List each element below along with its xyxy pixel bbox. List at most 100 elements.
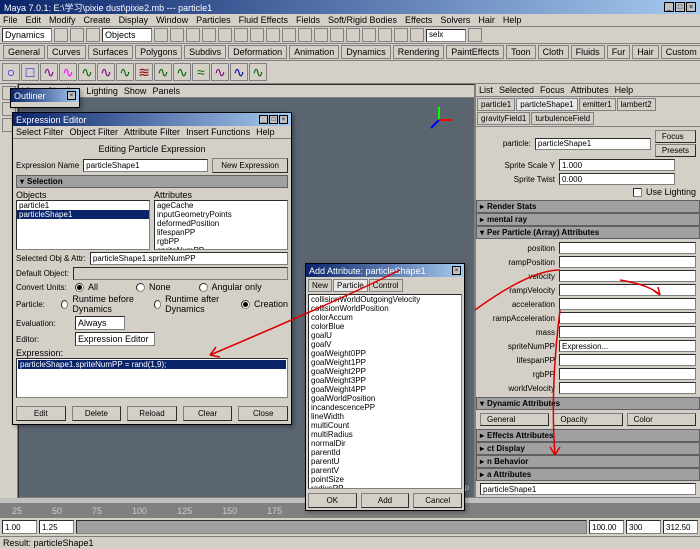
use-lighting-checkbox[interactable]	[633, 188, 642, 197]
list-item[interactable]: parentId	[309, 448, 461, 457]
module-dropdown[interactable]: Dynamics	[2, 28, 52, 42]
list-item[interactable]: goalWorldPosition	[309, 394, 461, 403]
ae-selected[interactable]: Selected	[499, 85, 534, 95]
tool-btn[interactable]	[154, 28, 168, 42]
clear-button[interactable]: Clear	[183, 406, 233, 421]
tool-btn[interactable]	[282, 28, 296, 42]
shelf-tab-polygons[interactable]: Polygons	[135, 45, 182, 59]
runtime-after-radio[interactable]	[154, 300, 161, 309]
close-icon[interactable]: ×	[686, 2, 696, 12]
list-item[interactable]: colorAccum	[309, 313, 461, 322]
list-item[interactable]: collisionWorldOutgoingVelocity	[309, 295, 461, 304]
tool-btn[interactable]	[346, 28, 360, 42]
shape-name-field[interactable]	[480, 483, 696, 495]
expr-attr-filter[interactable]: Attribute Filter	[124, 127, 180, 137]
edit-button[interactable]: Edit	[16, 406, 66, 421]
list-item[interactable]: parentU	[309, 457, 461, 466]
menu-effects[interactable]: Effects	[405, 15, 432, 25]
expr-select-filter[interactable]: Select Filter	[16, 127, 64, 137]
list-item[interactable]: spriteNumPP	[155, 246, 287, 250]
tab-particle1[interactable]: particle1	[477, 98, 515, 111]
ae-help[interactable]: Help	[615, 85, 634, 95]
tab-particleshape1[interactable]: particleShape1	[516, 98, 577, 111]
pp-rampacceleration-field[interactable]	[559, 312, 696, 324]
tab-particle[interactable]: Particle	[333, 279, 368, 292]
sprite-twist-field[interactable]	[559, 173, 675, 185]
tool-btn[interactable]	[394, 28, 408, 42]
section-mental-ray[interactable]: mental ray	[476, 213, 700, 226]
list-item[interactable]: normalDir	[309, 439, 461, 448]
section-dynamic[interactable]: Dynamic Attributes	[476, 397, 700, 410]
menu-window[interactable]: Window	[156, 15, 188, 25]
menu-help[interactable]: Help	[503, 15, 522, 25]
presets-button[interactable]: Presets	[655, 144, 696, 157]
tool-btn[interactable]	[378, 28, 392, 42]
vp-panels[interactable]: Panels	[152, 86, 180, 96]
pp-spritenum-field[interactable]	[559, 340, 696, 352]
section-per-particle[interactable]: Per Particle (Array) Attributes	[476, 226, 700, 239]
shelf-tab-cloth[interactable]: Cloth	[538, 45, 569, 59]
range-slider[interactable]	[76, 520, 587, 534]
pp-rampposition-field[interactable]	[559, 256, 696, 268]
particle-name-field[interactable]	[535, 138, 651, 150]
shelf-tab-surfaces[interactable]: Surfaces	[88, 45, 134, 59]
sprite-scale-y-field[interactable]	[559, 159, 675, 171]
list-item[interactable]: radiusPP	[309, 484, 461, 489]
pp-position-field[interactable]	[559, 242, 696, 254]
list-item[interactable]: goalU	[309, 331, 461, 340]
shelf-tab-deformation[interactable]: Deformation	[228, 45, 287, 59]
menu-edit[interactable]: Edit	[26, 15, 42, 25]
expr-insert-fn[interactable]: Insert Functions	[186, 127, 250, 137]
minimize-icon[interactable]: _	[259, 115, 268, 124]
shelf-icon[interactable]: ∿	[97, 63, 115, 81]
close-button[interactable]: Close	[238, 406, 288, 421]
convert-none-radio[interactable]	[136, 283, 145, 292]
shelf-icon[interactable]: ∿	[211, 63, 229, 81]
expression-textarea[interactable]: particleShape1.spriteNumPP = rand(1,9);	[16, 358, 288, 398]
ae-attributes[interactable]: Attributes	[571, 85, 609, 95]
shelf-icon[interactable]: ∿	[116, 63, 134, 81]
section-effects[interactable]: Effects Attributes	[476, 429, 700, 442]
list-item[interactable]: incandescencePP	[309, 403, 461, 412]
list-item[interactable]: deformedPosition	[155, 219, 287, 228]
tool-btn[interactable]	[298, 28, 312, 42]
list-item[interactable]: rgbPP	[155, 237, 287, 246]
tool-btn[interactable]	[218, 28, 232, 42]
tool-btn[interactable]	[234, 28, 248, 42]
end-frame[interactable]	[626, 520, 661, 534]
range-end[interactable]	[589, 520, 624, 534]
tab-turbulence[interactable]: turbulenceField	[531, 112, 594, 125]
tab-emitter1[interactable]: emitter1	[579, 98, 616, 111]
list-item[interactable]: parentV	[309, 466, 461, 475]
shelf-tab-toon[interactable]: Toon	[506, 45, 536, 59]
shelf-tab-painteffects[interactable]: PaintEffects	[446, 45, 504, 59]
shelf-tab-subdivs[interactable]: Subdivs	[184, 45, 226, 59]
shelf-tab-fur[interactable]: Fur	[607, 45, 631, 59]
selx-field[interactable]: selx	[426, 29, 466, 42]
color-button[interactable]: Color	[627, 413, 696, 426]
cancel-button[interactable]: Cancel	[413, 493, 462, 508]
close-icon[interactable]: ×	[67, 91, 76, 100]
shelf-icon[interactable]: ∿	[249, 63, 267, 81]
vp-show[interactable]: Show	[124, 86, 147, 96]
selected-attr-field[interactable]	[90, 252, 288, 265]
shelf-icon[interactable]: ∿	[230, 63, 248, 81]
section-behavior[interactable]: n Behavior	[476, 455, 700, 468]
shelf-icon[interactable]: ∿	[173, 63, 191, 81]
shelf-icon[interactable]: ≋	[135, 63, 153, 81]
list-item[interactable]: goalWeight3PP	[309, 376, 461, 385]
tool-btn[interactable]	[410, 28, 424, 42]
close-icon[interactable]: ×	[452, 266, 461, 275]
shelf-icon[interactable]: ≈	[192, 63, 210, 81]
tab-control[interactable]: Control	[369, 279, 403, 292]
general-button[interactable]: General	[480, 413, 549, 426]
tool-btn[interactable]	[70, 28, 84, 42]
pp-acceleration-field[interactable]	[559, 298, 696, 310]
shelf-icon[interactable]: ∿	[78, 63, 96, 81]
list-item[interactable]: particleShape1	[17, 210, 149, 219]
list-item[interactable]: goalWeight0PP	[309, 349, 461, 358]
editor-dropdown[interactable]: Expression Editor	[75, 332, 155, 346]
range-start[interactable]	[39, 520, 74, 534]
shelf-icon[interactable]: ∿	[154, 63, 172, 81]
list-item[interactable]: particle1	[17, 201, 149, 210]
